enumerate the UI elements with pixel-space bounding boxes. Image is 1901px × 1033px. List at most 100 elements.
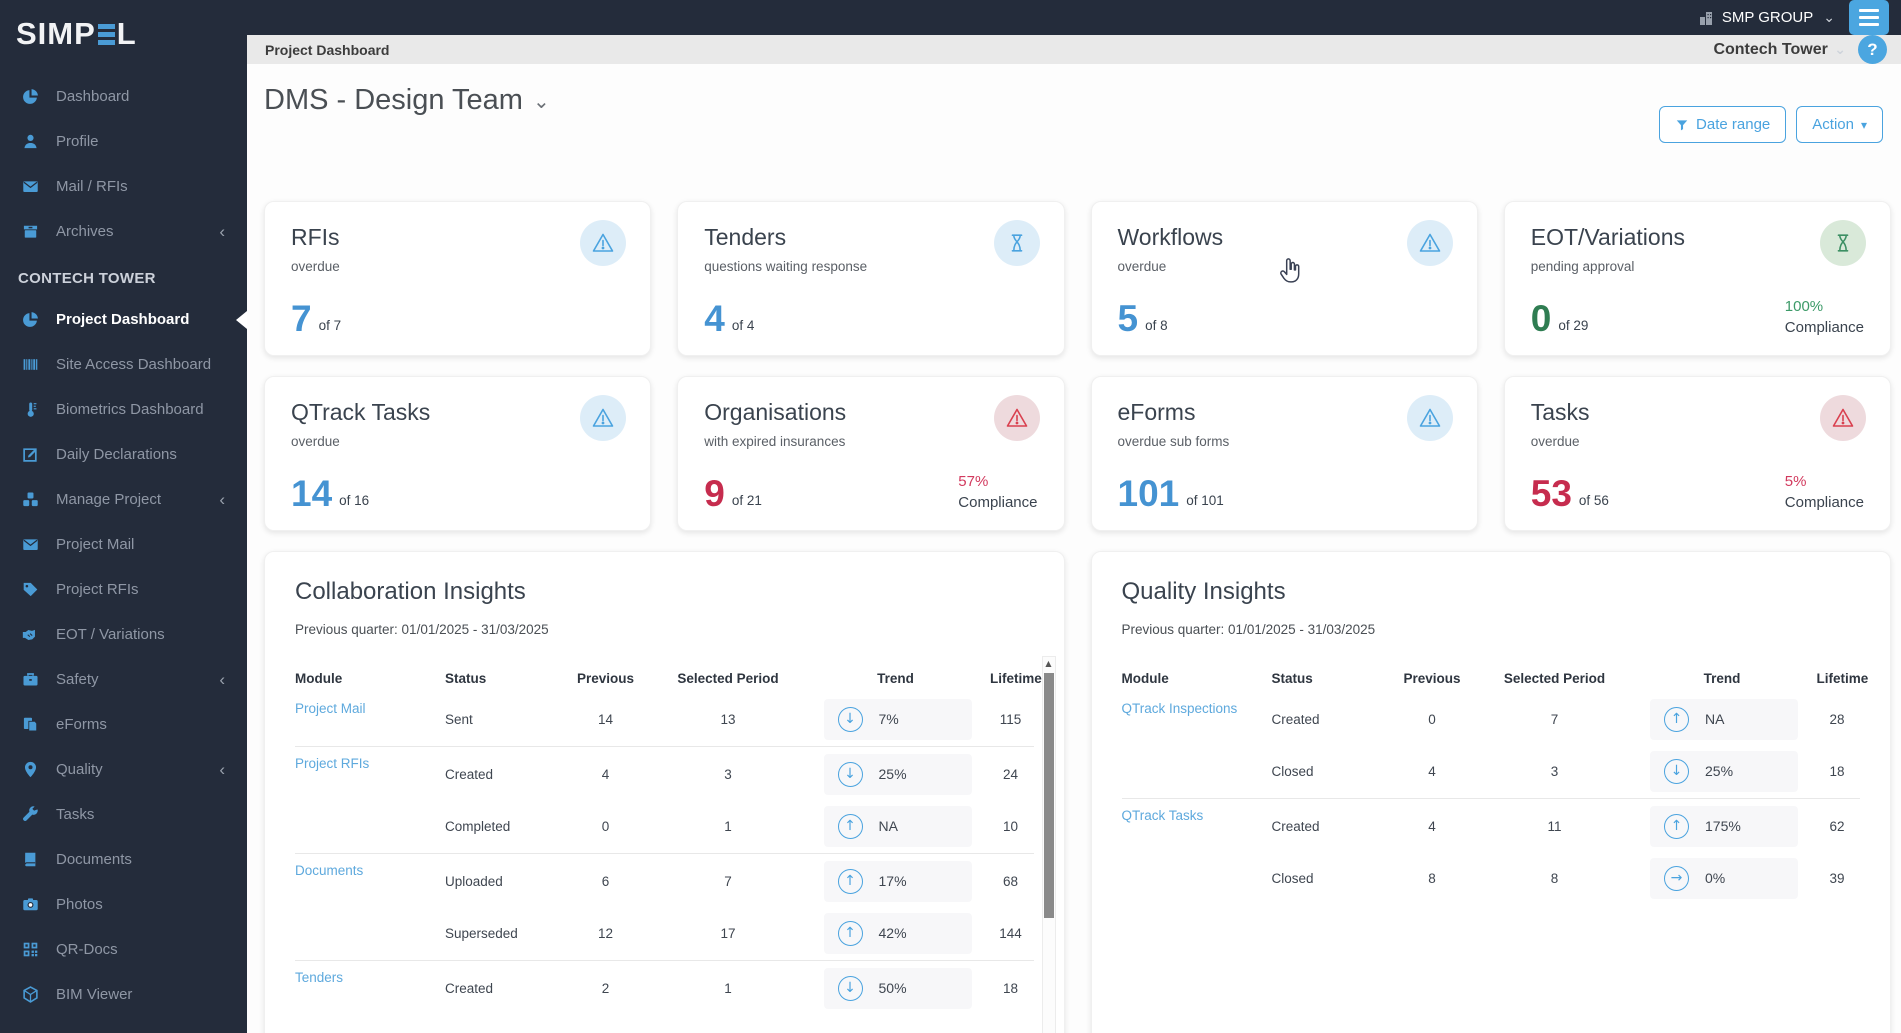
project-switcher[interactable]: Contech Tower ⌄: [1713, 41, 1846, 59]
sidebar-item-project-rfis[interactable]: Project RFIs: [0, 567, 247, 612]
card-tasks[interactable]: Tasks overdue 53 of 56 5% Compliance: [1503, 376, 1891, 531]
handshake-icon: [20, 626, 40, 643]
sidebar-item-daily-declarations[interactable]: Daily Declarations: [0, 432, 247, 477]
date-range-button[interactable]: Date range: [1659, 106, 1787, 143]
module-link[interactable]: Documents: [295, 855, 445, 878]
module-link[interactable]: Tenders: [295, 962, 445, 985]
scroll-up-arrow-icon[interactable]: ▲: [1043, 659, 1055, 668]
breadcrumb: Project Dashboard: [265, 41, 390, 58]
trend-value: 25%: [878, 766, 907, 782]
panel-subtitle: Previous quarter: 01/01/2025 - 31/03/202…: [295, 622, 549, 637]
trend-up-icon: ↑: [1664, 706, 1689, 732]
row-divider: [1121, 798, 1860, 799]
sidebar-item-photos[interactable]: Photos: [0, 882, 247, 927]
help-button[interactable]: ?: [1858, 35, 1887, 64]
card-organisations[interactable]: Organisations with expired insurances 9o…: [677, 376, 1065, 531]
page-header-bar: Project Dashboard Contech Tower ⌄ ?: [247, 35, 1901, 64]
building-icon: [1699, 11, 1712, 25]
scrollbar-thumb[interactable]: [1043, 673, 1054, 918]
trend-value: NA: [1705, 711, 1725, 727]
user-icon: [20, 133, 40, 150]
sidebar-item-mail-rfis[interactable]: Mail / RFIs: [0, 164, 247, 209]
pie-chart-icon: [20, 311, 40, 328]
sidebar-item-profile[interactable]: Profile: [0, 119, 247, 164]
selected-cell: 1: [724, 818, 732, 834]
sidebar-item-label: Tasks: [56, 806, 95, 823]
chevron-left-icon: ‹: [219, 759, 225, 779]
sidebar-item-site-access-dashboard[interactable]: Site Access Dashboard: [0, 342, 247, 387]
sidebar-item-documents[interactable]: Documents: [0, 837, 247, 882]
col-trend: Trend: [877, 670, 914, 686]
trend-down-icon: ↓: [837, 761, 863, 787]
card-title: Tasks: [1530, 399, 1590, 425]
card-rfis[interactable]: RFIs overdue 7 of 7: [264, 201, 652, 356]
trend-down-icon: ↓: [837, 975, 863, 1001]
sidebar-item-eot-variations[interactable]: EOT / Variations: [0, 612, 247, 657]
dashboard-content: DMS - Design Team ⌄ Date range Action ▾: [247, 64, 1901, 1033]
dashboard-title-dropdown[interactable]: DMS - Design Team ⌄: [264, 84, 550, 117]
trend-down-icon: ↓: [837, 706, 863, 732]
warning-triangle-icon: [580, 395, 627, 441]
trend-up-icon: ↑: [1664, 813, 1689, 839]
sidebar-item-manage-project[interactable]: Manage Project ‹: [0, 477, 247, 522]
hamburger-menu-button[interactable]: [1849, 0, 1889, 35]
app-root: SIMP L Dashboard Profile Mail / RFIs Arc…: [0, 0, 1901, 1033]
table-row: Closed 8 8 → 0% 39: [1122, 852, 1861, 904]
card-qtrack-tasks[interactable]: QTrack Tasks overdue 14 of 16: [264, 376, 652, 531]
trend-badge: ↑ NA: [1650, 698, 1798, 740]
sidebar-item-quality[interactable]: Quality ‹: [0, 747, 247, 792]
sidebar: SIMP L Dashboard Profile Mail / RFIs Arc…: [0, 0, 247, 1033]
sidebar-section-title: CONTECH TOWER: [18, 270, 156, 287]
card-eforms[interactable]: eForms overdue sub forms 101 of 101: [1090, 376, 1478, 531]
archive-box-icon: [20, 223, 40, 240]
table-row: Project RFIs Created 4 3 ↓ 25% 24: [295, 748, 1034, 800]
tag-icon: [20, 581, 40, 598]
card-eot-variations[interactable]: EOT/Variations pending approval 0 of 29 1…: [1503, 201, 1891, 356]
org-switcher[interactable]: SMP GROUP ⌄: [1698, 9, 1835, 26]
status-cell: Created: [445, 980, 494, 996]
sidebar-item-label: QR-Docs: [56, 941, 118, 958]
sidebar-item-tasks[interactable]: Tasks: [0, 792, 247, 837]
row-divider: [295, 853, 1034, 854]
table-row: QTrack Tasks Created 4 11 ↑ 175% 62: [1122, 800, 1861, 852]
module-link[interactable]: QTrack Tasks: [1122, 800, 1272, 823]
hourglass-icon: [993, 220, 1040, 266]
lifetime-cell: 62: [1829, 818, 1845, 834]
chevron-down-icon: ⌄: [1823, 9, 1835, 26]
sidebar-item-eforms[interactable]: eForms: [0, 702, 247, 747]
card-title: RFIs: [291, 224, 340, 250]
trend-value: 7%: [878, 711, 899, 727]
pie-chart-icon: [20, 88, 40, 105]
sidebar-item-qr-docs[interactable]: QR-Docs: [0, 927, 247, 972]
sidebar-item-label: Site Access Dashboard: [56, 356, 212, 373]
sidebar-item-bim-viewer[interactable]: BIM Viewer: [0, 972, 247, 1017]
col-status: Status: [1271, 670, 1313, 686]
sidebar-item-archives[interactable]: Archives ‹: [0, 209, 247, 254]
sidebar-item-dashboard[interactable]: Dashboard: [0, 74, 247, 119]
col-previous: Previous: [576, 670, 635, 686]
module-link[interactable]: Project Mail: [295, 693, 445, 716]
status-cell: Created: [445, 766, 494, 782]
module-link[interactable]: Project RFIs: [295, 748, 445, 771]
sidebar-item-project-mail[interactable]: Project Mail: [0, 522, 247, 567]
action-button[interactable]: Action ▾: [1796, 106, 1883, 143]
sidebar-item-safety[interactable]: Safety ‹: [0, 657, 247, 702]
sidebar-item-biometrics-dashboard[interactable]: Biometrics Dashboard: [0, 387, 247, 432]
trend-up-icon: ↑: [837, 920, 863, 946]
status-cell: Sent: [445, 711, 473, 727]
card-tenders[interactable]: Tenders questions waiting response 4 of 4: [677, 201, 1065, 356]
table-scrollbar[interactable]: ▲: [1041, 656, 1056, 1033]
camera-icon: [20, 896, 40, 913]
col-lifetime: Lifetime: [1816, 670, 1869, 686]
previous-cell: 0: [1428, 711, 1436, 727]
sidebar-item-label: Daily Declarations: [56, 446, 177, 463]
previous-cell: 6: [601, 873, 610, 889]
card-of-total: of 101: [1186, 493, 1224, 508]
module-link[interactable]: QTrack Inspections: [1122, 693, 1272, 716]
card-of-total: of 56: [1578, 493, 1609, 508]
warning-triangle-icon: [1820, 395, 1866, 441]
card-workflows[interactable]: Workflows overdue 5 of 8: [1090, 201, 1478, 356]
card-value: 14: [291, 473, 333, 514]
sidebar-item-project-dashboard[interactable]: Project Dashboard: [0, 297, 247, 342]
map-pin-icon: [20, 761, 40, 778]
